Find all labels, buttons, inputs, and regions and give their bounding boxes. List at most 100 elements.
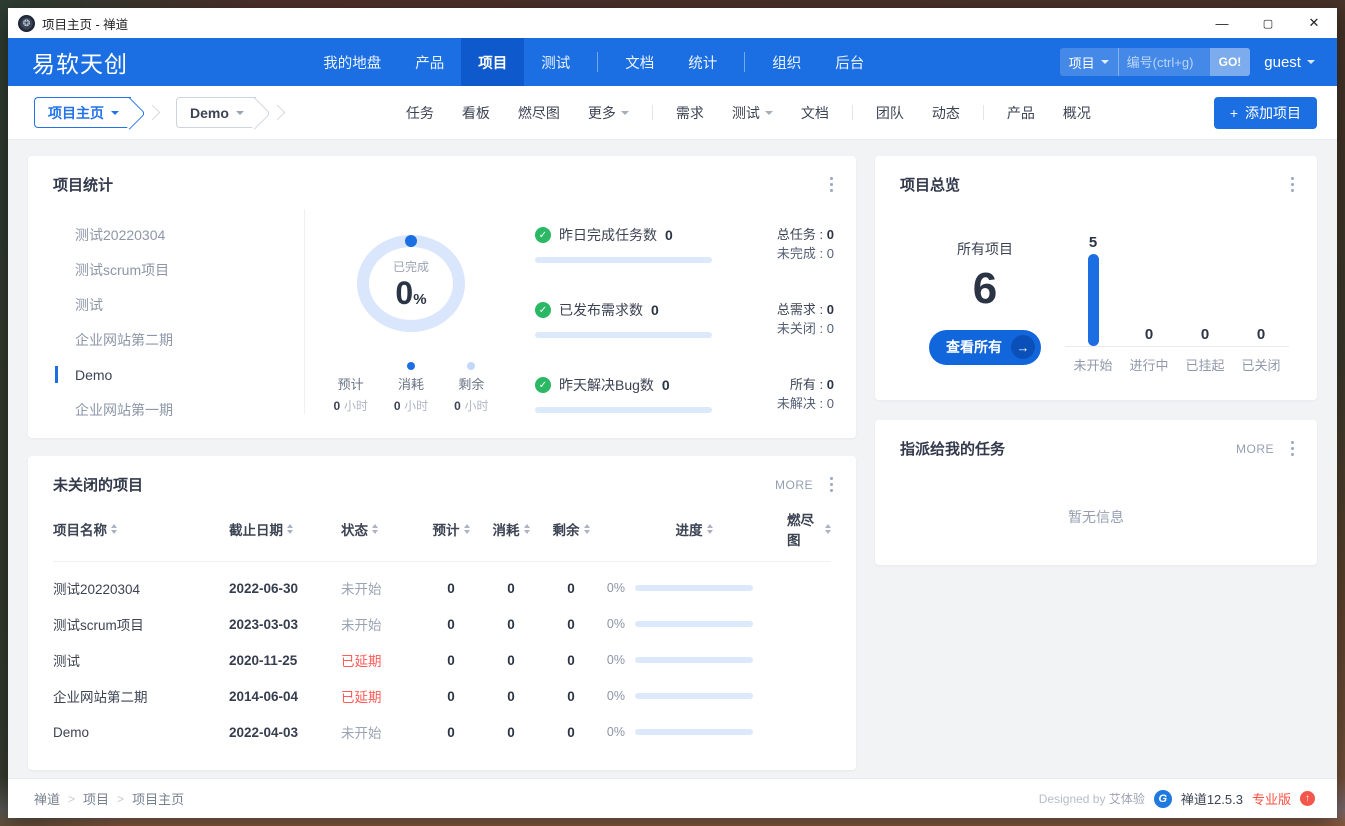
kebab-menu-icon[interactable] [1288, 174, 1297, 195]
crumb-project-home[interactable]: 项目主页 [34, 97, 131, 128]
column-header-deadline[interactable]: 截止日期 [229, 519, 341, 539]
more-link[interactable]: MORE [775, 478, 813, 492]
nav-item-stats[interactable]: 统计 [671, 38, 734, 86]
app-icon: ❂ [18, 15, 35, 32]
user-menu[interactable]: guest [1264, 54, 1319, 71]
estimate-cell: 0 [421, 653, 481, 668]
breadcrumb: 项目主页 Demo [34, 97, 283, 128]
project-list-item-active[interactable]: Demo [53, 357, 304, 392]
bar-value: 0 [1257, 326, 1265, 343]
nav-item-my[interactable]: 我的地盘 [306, 38, 398, 86]
project-list-item[interactable]: 测试scrum项目 [53, 252, 304, 287]
progress-cell: 0% [601, 653, 787, 667]
column-header-progress[interactable]: 进度 [601, 519, 787, 539]
user-name: guest [1264, 54, 1301, 71]
column-header-estimate[interactable]: 预计 [421, 519, 481, 539]
menu-product[interactable]: 产品 [993, 103, 1049, 123]
chevron-right-icon [270, 105, 286, 121]
menu-overview[interactable]: 概况 [1049, 103, 1105, 123]
legend-dot [467, 362, 475, 370]
column-header-status[interactable]: 状态 [341, 519, 421, 539]
deadline-cell: 2020-11-25 [229, 653, 341, 668]
consumed-cell: 0 [481, 725, 541, 740]
sort-icon [825, 524, 831, 534]
project-name-link[interactable]: 测试 [53, 650, 229, 670]
column-header-burndown[interactable]: 燃尽图 [787, 509, 831, 549]
view-all-button[interactable]: 查看所有 → [929, 330, 1041, 365]
bar-value: 0 [1201, 326, 1209, 343]
kebab-menu-icon[interactable] [1288, 438, 1297, 459]
minimize-button[interactable]: — [1199, 8, 1245, 38]
check-icon: ✓ [535, 302, 551, 318]
check-icon: ✓ [535, 227, 551, 243]
column-header-consumed[interactable]: 消耗 [481, 519, 541, 539]
footer-crumb-zentao[interactable]: 禅道 [34, 789, 60, 808]
nav-item-test[interactable]: 测试 [524, 38, 587, 86]
footer-crumb-project[interactable]: 项目 [83, 789, 109, 808]
nav-item-doc[interactable]: 文档 [608, 38, 671, 86]
metric-label: 昨日完成任务数 [559, 225, 657, 245]
menu-dynamic[interactable]: 动态 [918, 103, 974, 123]
version-text: 禅道12.5.3 [1181, 789, 1243, 808]
bar-category-label: 已关闭 [1233, 355, 1289, 374]
nav-item-product[interactable]: 产品 [398, 38, 461, 86]
donut-marker-dot [405, 235, 417, 247]
kebab-menu-icon[interactable] [827, 174, 836, 195]
menu-more[interactable]: 更多 [574, 103, 643, 123]
nav-item-project[interactable]: 项目 [461, 38, 524, 86]
deadline-cell: 2022-04-03 [229, 725, 341, 740]
close-button[interactable]: ✕ [1291, 8, 1337, 38]
project-list-item[interactable]: 企业网站第二期 [53, 322, 304, 357]
nav-item-admin[interactable]: 后台 [818, 38, 881, 86]
menu-story[interactable]: 需求 [662, 103, 718, 123]
project-name-link[interactable]: 企业网站第二期 [53, 686, 229, 706]
kebab-menu-icon[interactable] [827, 474, 836, 495]
menu-test[interactable]: 测试 [718, 103, 787, 123]
progress-cell: 0% [601, 581, 787, 595]
menu-burndown[interactable]: 燃尽图 [504, 103, 574, 123]
menu-task[interactable]: 任务 [392, 103, 448, 123]
project-list-item[interactable]: 测试20220304 [53, 217, 304, 252]
upgrade-icon[interactable]: ↑ [1300, 791, 1315, 806]
consumed-cell: 0 [481, 581, 541, 596]
donut-label: 已完成 [393, 258, 429, 275]
maximize-button[interactable]: ▢ [1245, 8, 1291, 38]
chevron-down-icon [1307, 60, 1315, 64]
left-cell: 0 [541, 617, 601, 632]
edition-link[interactable]: 专业版 [1252, 789, 1291, 808]
app-window: ❂ 项目主页 - 禅道 — ▢ ✕ 易软天创 我的地盘 产品 项目 测试 文档 … [8, 8, 1337, 818]
search-input[interactable] [1118, 48, 1210, 76]
crumb-current-project[interactable]: Demo [176, 97, 256, 128]
status-cell: 已延期 [341, 650, 421, 670]
more-link[interactable]: MORE [1236, 442, 1274, 456]
project-name-link[interactable]: Demo [53, 725, 229, 740]
bar-category-label: 未开始 [1065, 355, 1121, 374]
nav-item-org[interactable]: 组织 [755, 38, 818, 86]
legend-left: 剩余 0 小时 [454, 362, 488, 414]
add-project-button[interactable]: + 添加项目 [1214, 97, 1317, 129]
search-category-dropdown[interactable]: 项目 [1060, 48, 1118, 76]
view-all-label: 查看所有 [946, 337, 1002, 357]
menu-divider [652, 105, 653, 120]
metric-label: 已发布需求数 [559, 300, 643, 320]
brand-logo[interactable]: 易软天创 [32, 45, 128, 79]
footer: 禅道 > 项目 > 项目主页 Designed by 艾体验 G 禅道12.5.… [8, 778, 1337, 818]
project-list-item[interactable]: 测试 [53, 287, 304, 322]
project-list: 测试20220304 测试scrum项目 测试 企业网站第二期 Demo 企业网… [53, 209, 305, 414]
main-content: 项目统计 测试20220304 测试scrum项目 测试 企业网站第二期 Dem… [8, 140, 1337, 778]
sort-icon [584, 524, 590, 534]
progress-track [635, 621, 753, 627]
project-name-link[interactable]: 测试20220304 [53, 578, 229, 598]
project-name-link[interactable]: 测试scrum项目 [53, 614, 229, 634]
menu-kanban[interactable]: 看板 [448, 103, 504, 123]
column-header-name[interactable]: 项目名称 [53, 519, 229, 539]
panel-title: 项目统计 [53, 174, 113, 195]
menu-team[interactable]: 团队 [862, 103, 918, 123]
column-header-left[interactable]: 剩余 [541, 519, 601, 539]
search-go-button[interactable]: GO! [1210, 48, 1251, 76]
nav-divider [597, 52, 598, 72]
open-projects-panel: 未关闭的项目 MORE 项目名称 截止日期 状态 预计 消耗 剩余 进度 [28, 456, 856, 770]
menu-doc[interactable]: 文档 [787, 103, 843, 123]
project-list-item[interactable]: 企业网站第一期 [53, 392, 304, 427]
status-cell: 未开始 [341, 614, 421, 634]
